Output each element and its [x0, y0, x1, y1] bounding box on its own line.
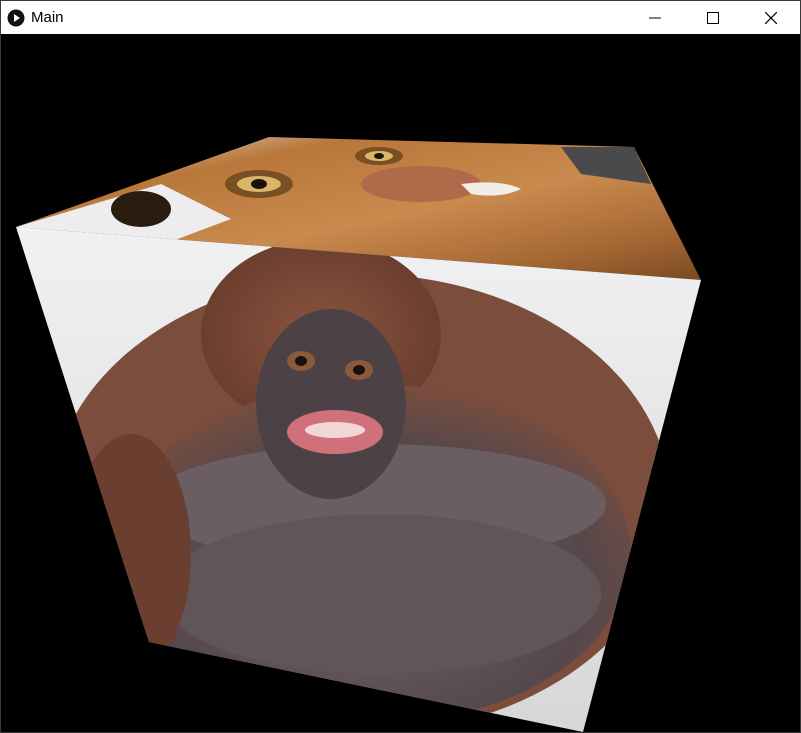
minimize-icon [649, 17, 661, 18]
close-icon [765, 11, 777, 24]
window-controls [626, 1, 800, 34]
cube-front-face [16, 227, 701, 732]
minimize-button[interactable] [626, 1, 684, 34]
close-button[interactable] [742, 1, 800, 34]
title-bar[interactable]: Main [1, 1, 800, 34]
maximize-icon [707, 11, 719, 24]
app-window: Main [0, 0, 801, 733]
cube-scene [16, 137, 701, 732]
render-canvas[interactable] [1, 34, 800, 732]
play-circle-icon [7, 9, 25, 27]
maximize-button[interactable] [684, 1, 742, 34]
window-title: Main [31, 9, 64, 26]
